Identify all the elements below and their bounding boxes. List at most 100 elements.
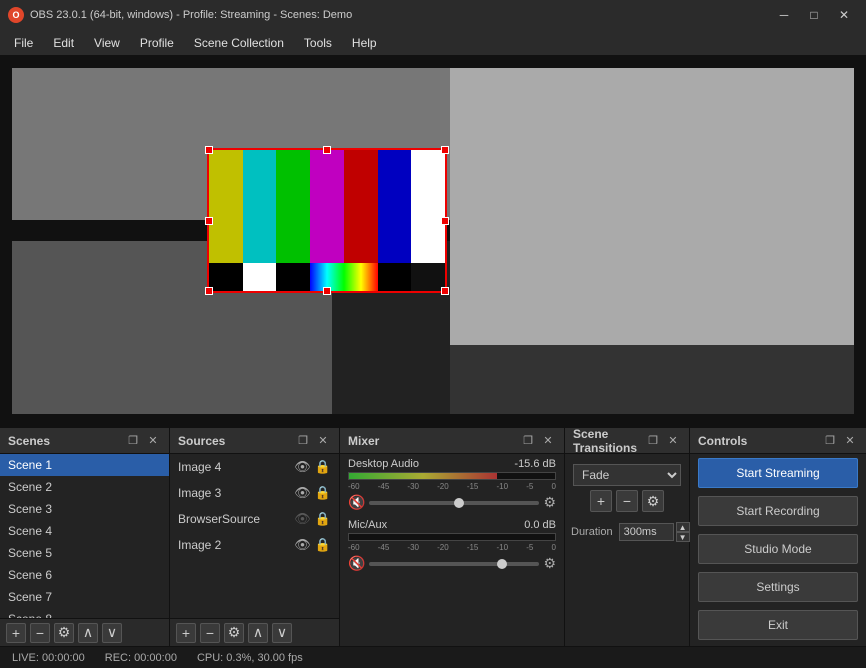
menu-scene-collection[interactable]: Scene Collection (184, 33, 294, 53)
source-lock-icon-image4[interactable]: 🔒 (315, 459, 331, 475)
source-lock-icon-image2[interactable]: 🔒 (315, 537, 331, 553)
mixer-config-icon[interactable]: ❐ (520, 433, 536, 449)
test-pattern[interactable] (207, 148, 447, 293)
scene-item-1[interactable]: Scene 1 (0, 454, 169, 476)
transitions-close-icon[interactable]: ✕ (665, 433, 681, 449)
sources-add-button[interactable]: + (176, 623, 196, 643)
scene-item-8[interactable]: Scene 8 (0, 608, 169, 618)
scenes-down-button[interactable]: ∨ (102, 623, 122, 643)
menu-help[interactable]: Help (342, 33, 387, 53)
close-button[interactable]: ✕ (830, 5, 858, 25)
mixer-mic-ticks: -60 -45 -30 -20 -15 -10 -5 0 (348, 543, 556, 552)
scene-item-2[interactable]: Scene 2 (0, 476, 169, 498)
handle-bl[interactable] (205, 287, 213, 295)
controls-config-icon[interactable]: ❐ (822, 433, 838, 449)
mixer-mic-slider[interactable] (369, 562, 539, 566)
mixer-desktop-slider[interactable] (369, 501, 539, 505)
sources-settings-button[interactable]: ⚙ (224, 623, 244, 643)
menu-view[interactable]: View (84, 33, 130, 53)
minimize-button[interactable]: ─ (770, 5, 798, 25)
menu-edit[interactable]: Edit (43, 33, 84, 53)
source-label-image4: Image 4 (178, 460, 221, 474)
duration-input[interactable] (619, 523, 674, 541)
bar-blue (378, 150, 412, 263)
transition-type-select[interactable]: Fade Cut Swipe (573, 464, 681, 486)
source-eye-hidden-icon[interactable]: 👁 (294, 511, 311, 527)
sources-config-icon[interactable]: ❐ (295, 433, 311, 449)
sources-up-button[interactable]: ∧ (248, 623, 268, 643)
menu-profile[interactable]: Profile (130, 33, 184, 53)
sources-remove-button[interactable]: − (200, 623, 220, 643)
handle-tm[interactable] (323, 146, 331, 154)
handle-mr[interactable] (441, 217, 449, 225)
menubar: File Edit View Profile Scene Collection … (0, 30, 866, 56)
handle-br[interactable] (441, 287, 449, 295)
source-eye-icon-image2[interactable]: 👁 (294, 537, 311, 553)
start-streaming-button[interactable]: Start Streaming (698, 458, 858, 488)
bottom-panels: Scenes ❐ ✕ Scene 1 Scene 2 Scene 3 Scene… (0, 426, 866, 646)
source-item-image3[interactable]: Image 3 👁 🔒 (170, 480, 339, 506)
transitions-panel-header: Scene Transitions ❐ ✕ (565, 428, 689, 454)
sources-panel: Sources ❐ ✕ Image 4 👁 🔒 Image 3 👁 🔒 (170, 428, 340, 646)
scene-item-3[interactable]: Scene 3 (0, 498, 169, 520)
source-lock-icon-browsersource[interactable]: 🔒 (315, 511, 331, 527)
exit-button[interactable]: Exit (698, 610, 858, 640)
mixer-mic-mute-icon[interactable]: 🔇 (348, 555, 365, 572)
titlebar-controls: ─ □ ✕ (770, 5, 858, 25)
maximize-button[interactable]: □ (800, 5, 828, 25)
duration-down-button[interactable]: ▼ (676, 532, 690, 542)
source-item-browsersource[interactable]: BrowserSource 👁 🔒 (170, 506, 339, 532)
transition-buttons-row: + − ⚙ (573, 490, 681, 512)
scenes-up-button[interactable]: ∧ (78, 623, 98, 643)
mixer-desktop-mute-icon[interactable]: 🔇 (348, 494, 365, 511)
settings-button[interactable]: Settings (698, 572, 858, 602)
status-live: LIVE: 00:00:00 (12, 652, 85, 664)
duration-up-button[interactable]: ▲ (676, 522, 690, 532)
source-eye-icon-image4[interactable]: 👁 (294, 459, 311, 475)
scene-item-7[interactable]: Scene 7 (0, 586, 169, 608)
mixer-desktop-settings-icon[interactable]: ⚙ (543, 494, 556, 511)
transition-remove-button[interactable]: − (616, 490, 638, 512)
menu-tools[interactable]: Tools (294, 33, 342, 53)
mixer-track-mic-row1: Mic/Aux 0.0 dB (348, 519, 556, 531)
start-recording-button[interactable]: Start Recording (698, 496, 858, 526)
mixer-mic-settings-icon[interactable]: ⚙ (543, 555, 556, 572)
source-lock-icon-image3[interactable]: 🔒 (315, 485, 331, 501)
sources-footer: + − ⚙ ∧ ∨ (170, 618, 339, 646)
mixer-track-desktop: Desktop Audio -15.6 dB -60 -45 -30 -20 -… (340, 454, 564, 515)
scenes-close-icon[interactable]: ✕ (145, 433, 161, 449)
scenes-config-icon[interactable]: ❐ (125, 433, 141, 449)
controls-close-icon[interactable]: ✕ (842, 433, 858, 449)
mixer-mic-level (348, 533, 556, 541)
source-label-image3: Image 3 (178, 486, 221, 500)
scenes-remove-button[interactable]: − (30, 623, 50, 643)
scenes-panel-header: Scenes ❐ ✕ (0, 428, 169, 454)
mixer-desktop-thumb (454, 498, 464, 508)
preview-canvas (12, 68, 854, 414)
scene-item-6[interactable]: Scene 6 (0, 564, 169, 586)
transitions-content: Fade Cut Swipe + − ⚙ (565, 454, 689, 522)
transition-add-button[interactable]: + (590, 490, 612, 512)
source-icons-image3: 👁 🔒 (294, 485, 331, 501)
sources-down-button[interactable]: ∨ (272, 623, 292, 643)
transitions-config-icon[interactable]: ❐ (645, 433, 661, 449)
transitions-duration-row: Duration ▲ ▼ (565, 522, 689, 542)
mixer-close-icon[interactable]: ✕ (540, 433, 556, 449)
source-item-image4[interactable]: Image 4 👁 🔒 (170, 454, 339, 480)
handle-tr[interactable] (441, 146, 449, 154)
source-eye-icon-image3[interactable]: 👁 (294, 485, 311, 501)
controls-panel: Controls ❐ ✕ Start Streaming Start Recor… (690, 428, 866, 646)
menu-file[interactable]: File (4, 33, 43, 53)
scene-item-4[interactable]: Scene 4 (0, 520, 169, 542)
handle-bm[interactable] (323, 287, 331, 295)
scenes-settings-button[interactable]: ⚙ (54, 623, 74, 643)
studio-mode-button[interactable]: Studio Mode (698, 534, 858, 564)
handle-tl[interactable] (205, 146, 213, 154)
transition-settings-button[interactable]: ⚙ (642, 490, 664, 512)
handle-ml[interactable] (205, 217, 213, 225)
source-item-image2[interactable]: Image 2 👁 🔒 (170, 532, 339, 558)
scenes-add-button[interactable]: + (6, 623, 26, 643)
sources-close-icon[interactable]: ✕ (315, 433, 331, 449)
scene-item-5[interactable]: Scene 5 (0, 542, 169, 564)
status-cpu: CPU: 0.3%, 30.00 fps (197, 652, 303, 664)
